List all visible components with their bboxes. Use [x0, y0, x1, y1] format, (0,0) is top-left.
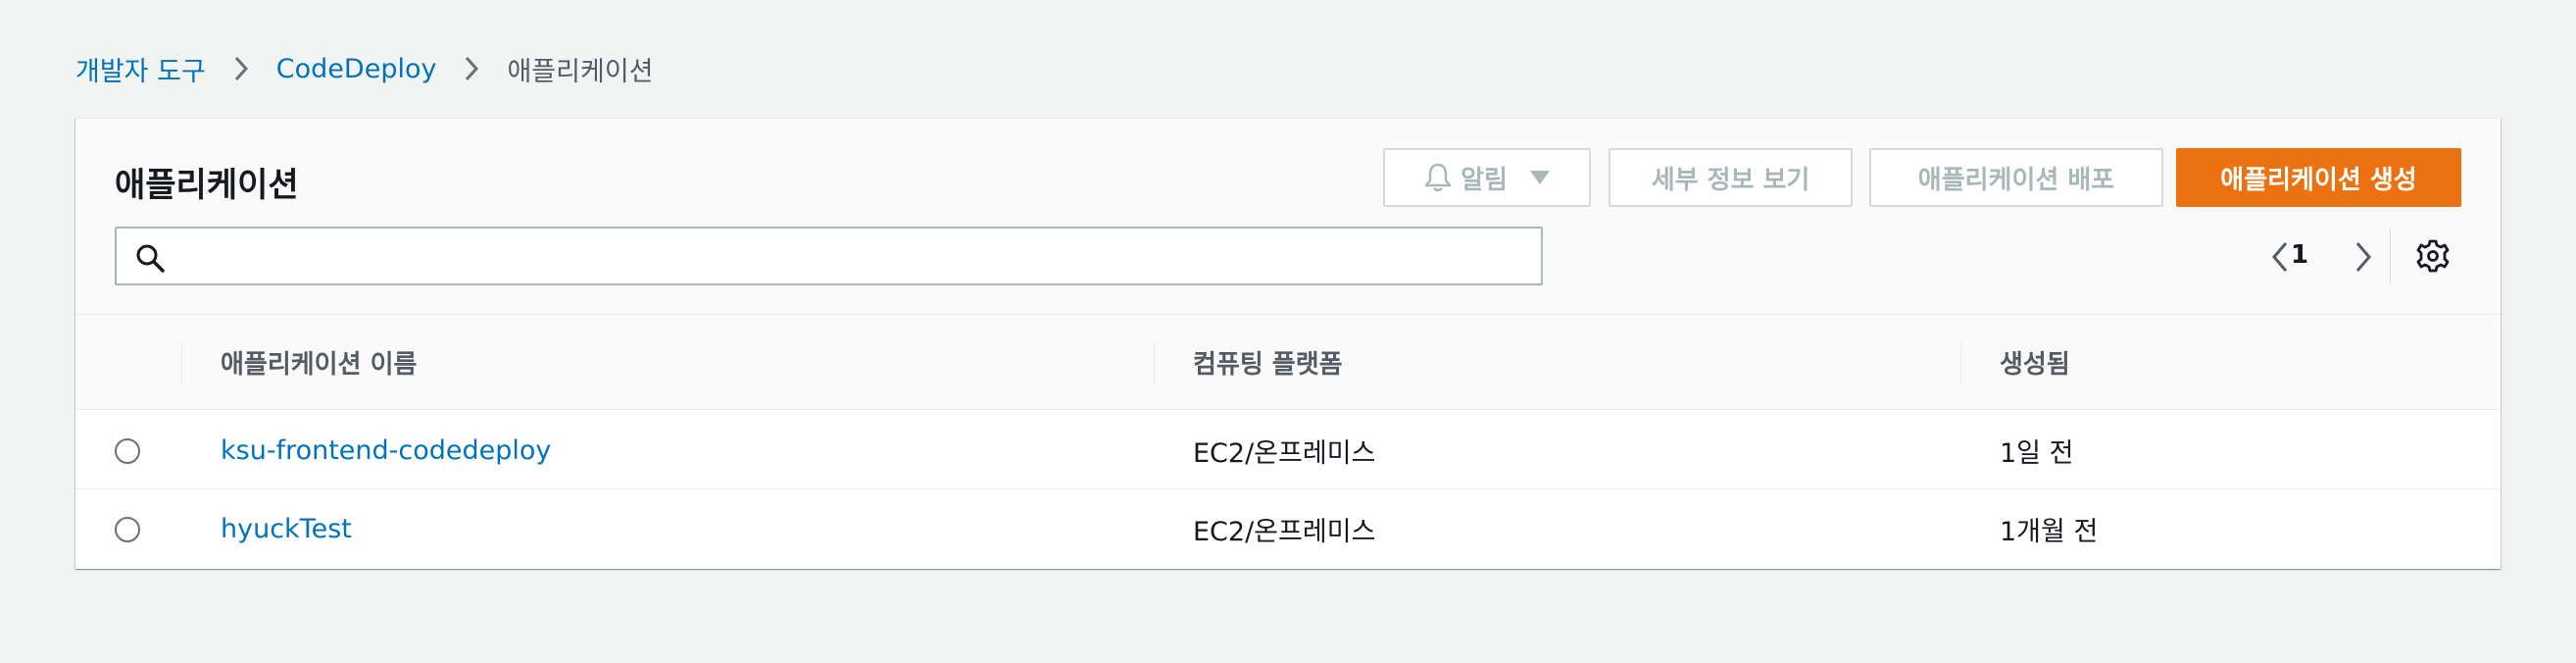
- application-name-cell: hyuckTest: [221, 489, 352, 568]
- gear-icon: [2415, 238, 2451, 274]
- created-cell: 1개월 전: [2000, 516, 2099, 547]
- preferences-button[interactable]: [2408, 227, 2457, 285]
- chevron-right-icon: [2353, 240, 2374, 278]
- breadcrumb: 개발자 도구 CodeDeploy 애플리케이션: [75, 49, 654, 88]
- row-select-radio[interactable]: [115, 438, 140, 464]
- created-cell: 1일 전: [2000, 437, 2074, 469]
- applications-panel: 애플리케이션 알림 세부 정보 보기 애플리케이션 배포 애플리케이션 생성 1: [75, 118, 2501, 569]
- view-details-button[interactable]: 세부 정보 보기: [1609, 148, 1853, 207]
- breadcrumb-link-codedeploy[interactable]: CodeDeploy: [276, 54, 437, 84]
- application-name-cell: ksu-frontend-codedeploy: [221, 411, 551, 489]
- bell-icon: [1423, 162, 1453, 193]
- notify-button-label: 알림: [1461, 165, 1508, 195]
- toolbar-divider: [2390, 229, 2391, 283]
- chevron-right-icon: [206, 49, 276, 88]
- platform-cell: EC2/온프레미스: [1193, 437, 1376, 469]
- table-row[interactable]: ksu-frontend-codedeploy EC2/온프레미스 1일 전: [75, 411, 2501, 489]
- column-divider: [1154, 342, 1155, 383]
- create-application-button[interactable]: 애플리케이션 생성: [2176, 148, 2461, 207]
- search-field: [115, 227, 1543, 285]
- application-name-link[interactable]: ksu-frontend-codedeploy: [221, 435, 551, 466]
- panel-title: 애플리케이션: [115, 166, 299, 205]
- chevron-right-icon: [436, 49, 507, 88]
- notify-button[interactable]: 알림: [1383, 148, 1591, 207]
- breadcrumb-link-developer-tools[interactable]: 개발자 도구: [75, 50, 206, 88]
- current-page-number[interactable]: 1: [2280, 230, 2319, 280]
- table-header: 애플리케이션 이름 컴퓨팅 플랫폼 생성됨: [75, 315, 2501, 410]
- deploy-application-button[interactable]: 애플리케이션 배포: [1869, 148, 2163, 207]
- platform-cell: EC2/온프레미스: [1193, 516, 1376, 547]
- column-header-platform[interactable]: 컴퓨팅 플랫폼: [1193, 315, 1343, 410]
- column-header-created[interactable]: 생성됨: [2000, 315, 2070, 410]
- column-divider: [181, 342, 182, 383]
- search-input[interactable]: [179, 234, 1522, 278]
- caret-down-icon: [1529, 170, 1551, 185]
- next-page-button[interactable]: [2342, 227, 2381, 285]
- table-row[interactable]: hyuckTest EC2/온프레미스 1개월 전: [75, 489, 2501, 568]
- panel-header: 애플리케이션 알림 세부 정보 보기 애플리케이션 배포 애플리케이션 생성 1: [75, 119, 2501, 315]
- column-header-name[interactable]: 애플리케이션 이름: [221, 315, 417, 410]
- search-icon: [134, 242, 166, 278]
- application-name-link[interactable]: hyuckTest: [221, 514, 352, 544]
- breadcrumb-current: 애플리케이션: [507, 56, 654, 87]
- row-select-radio[interactable]: [115, 517, 140, 542]
- column-divider: [1960, 342, 1961, 383]
